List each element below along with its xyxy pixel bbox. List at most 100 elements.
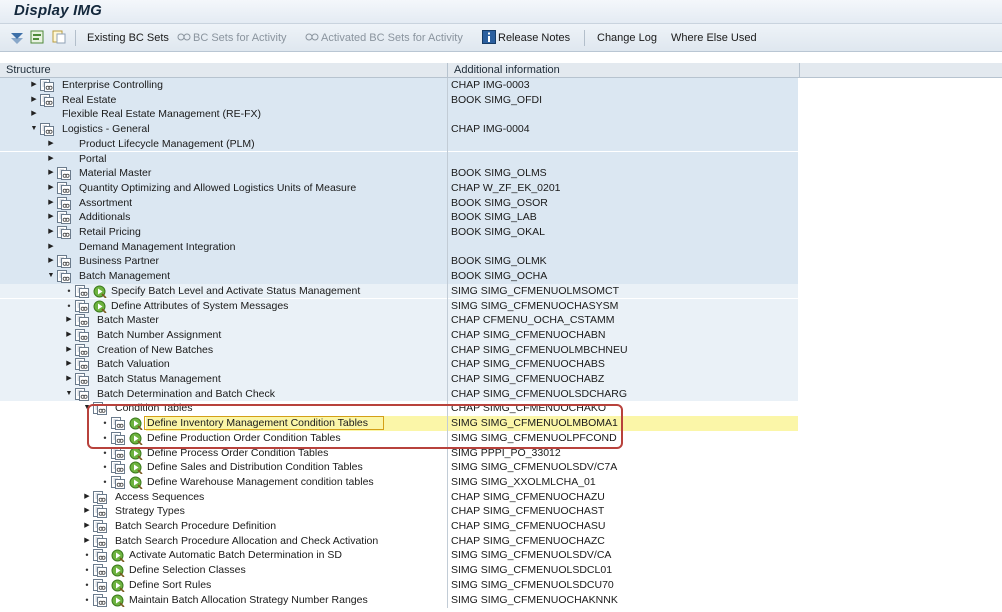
expand-node-icon[interactable]: ▶ [64,343,74,358]
collapse-node-icon[interactable]: ▼ [29,122,39,137]
expand-node-icon[interactable]: ▶ [46,240,56,255]
documentation-icon[interactable] [93,402,107,416]
documentation-icon[interactable] [57,196,71,210]
node-label[interactable]: Define Warehouse Management condition ta… [147,475,374,490]
execute-activity-icon[interactable] [111,594,125,608]
expand-node-icon[interactable]: ▶ [82,490,92,505]
execute-activity-icon[interactable] [129,461,143,475]
node-label[interactable]: Additionals [79,210,130,225]
where-else-used-button[interactable]: Where Else Used [671,30,757,46]
existing-bc-sets-button[interactable]: Existing BC Sets [87,30,169,46]
documentation-icon[interactable] [57,167,71,181]
expand-node-icon[interactable]: ▶ [82,519,92,534]
documentation-icon[interactable] [75,284,89,298]
node-label[interactable]: Specify Batch Level and Activate Status … [111,284,360,299]
tree-row[interactable]: ▶ Real Estate BOOK SIMG_OFDI [0,92,1002,108]
node-label[interactable]: Assortment [79,196,132,211]
documentation-icon[interactable] [57,255,71,269]
node-label[interactable]: Batch Search Procedure Definition [115,519,276,534]
node-label[interactable]: Define Sort Rules [129,578,211,593]
tree-row[interactable]: ▶ Material Master BOOK SIMG_OLMS [0,166,1002,182]
documentation-icon[interactable] [75,387,89,401]
expand-node-icon[interactable]: ▶ [46,225,56,240]
tree-row[interactable]: ▶ Creation of New Batches CHAP SIMG_CFMENU… [0,342,1002,358]
tree-row[interactable]: ▶ Batch Valuation CHAP SIMG_CFMENUOCHABS [0,357,1002,373]
tree-row[interactable]: ▼ Batch Determination and Batch Check CHAP… [0,386,1002,402]
documentation-icon[interactable] [75,373,89,386]
documentation-icon[interactable] [93,549,107,563]
tree-row[interactable]: ▶ Flexible Real Estate Management (RE-FX) [0,107,1002,123]
tree-row[interactable]: ▶ Enterprise Controlling CHAP IMG-0003 [0,78,1002,93]
documentation-icon[interactable] [93,564,107,578]
documentation-icon[interactable] [93,578,107,592]
collapse-node-icon[interactable]: ▼ [64,387,74,402]
node-label[interactable]: Quantity Optimizing and Allowed Logistic… [79,181,356,196]
tree-row[interactable]: ▼ Batch Management BOOK SIMG_OCHA [0,269,1002,285]
expand-node-icon[interactable]: ▶ [64,328,74,343]
node-label[interactable]: Activate Automatic Batch Determination i… [129,548,342,563]
bc-sets-for-activity-button[interactable]: BC Sets for Activity [193,30,287,46]
documentation-icon[interactable] [93,534,107,548]
documentation-icon[interactable] [75,328,89,342]
documentation-icon[interactable] [40,93,54,107]
tree-row[interactable]: • Define Process Order Condition Tables SI… [0,445,1002,461]
collapse-node-icon[interactable]: ▼ [82,401,92,416]
expand-node-icon[interactable]: ▶ [82,534,92,549]
documentation-icon[interactable] [111,475,125,489]
tree-row[interactable]: ▶ Product Lifecycle Management (PLM) [0,136,1002,152]
documentation-icon[interactable] [57,226,71,239]
execute-activity-icon[interactable] [129,476,143,490]
expand-node-icon[interactable]: ▶ [46,166,56,181]
expand-node-icon[interactable]: ▶ [46,196,56,211]
expand-node-icon[interactable]: ▶ [46,181,56,196]
documentation-icon[interactable] [75,299,89,313]
bookmark-icon[interactable] [51,29,67,45]
documentation-icon[interactable] [111,461,125,475]
tree-row[interactable]: • Define Attributes of System Messages SIM… [0,298,1002,314]
node-label[interactable]: Demand Management Integration [79,240,235,255]
expand-node-icon[interactable]: ▶ [46,254,56,269]
execute-activity-icon[interactable] [129,417,143,431]
expand-node-icon[interactable]: ▶ [46,152,56,167]
release-notes-button[interactable]: Release Notes [498,30,570,46]
tree-row[interactable]: • Maintain Batch Allocation Strategy Numb… [0,592,1002,608]
expand-node-icon[interactable]: ▶ [64,357,74,372]
tree-row[interactable]: ▶ Retail Pricing BOOK SIMG_OKAL [0,225,1002,240]
tree-row[interactable]: ▶ Strategy Types CHAP SIMG_CFMENUOCHAST [0,504,1002,520]
node-label[interactable]: Condition Tables [115,401,192,416]
execute-activity-icon[interactable] [129,432,143,446]
node-label[interactable]: Creation of New Batches [97,343,213,358]
node-label[interactable]: Flexible Real Estate Management (RE-FX) [62,107,261,122]
node-label[interactable]: Batch Management [79,269,170,284]
node-label[interactable]: Real Estate [62,93,116,108]
node-label[interactable]: Define Attributes of System Messages [111,299,288,314]
change-log-button[interactable]: Change Log [597,30,657,46]
documentation-icon[interactable] [93,505,107,519]
execute-activity-icon[interactable] [129,447,143,461]
column-header-additional-information[interactable]: Additional information [448,63,800,78]
tree-row[interactable]: ▶ Assortment BOOK SIMG_OSOR [0,195,1002,211]
node-label[interactable]: Define Selection Classes [129,563,246,578]
node-label[interactable]: Batch Status Management [97,372,221,387]
expand-node-icon[interactable]: ▶ [29,93,39,108]
documentation-icon[interactable] [40,123,54,137]
column-header-structure[interactable]: Structure [0,63,448,78]
execute-activity-icon[interactable] [93,285,107,299]
documentation-icon[interactable] [111,446,125,460]
tree-row[interactable]: ▼ Condition Tables CHAP SIMG_CFMENUOCHAKO [0,401,1002,417]
tree-row[interactable]: ▶ Demand Management Integration [0,239,1002,255]
node-label[interactable]: Batch Number Assignment [97,328,221,343]
tree-row[interactable]: ▼ Logistics - General CHAP IMG-0004 [0,122,1002,138]
expand-node-icon[interactable]: ▶ [29,78,39,93]
tree-row[interactable]: ▶ Batch Number Assignment CHAP SIMG_CFMENU… [0,327,1002,343]
execute-activity-icon[interactable] [111,564,125,578]
tree-row[interactable]: ▶ Additionals BOOK SIMG_LAB [0,210,1002,226]
documentation-icon[interactable] [57,181,71,195]
node-label[interactable]: Define Production Order Condition Tables [147,431,341,446]
node-label[interactable]: Batch Search Procedure Allocation and Ch… [115,534,378,549]
node-label[interactable]: Business Partner [79,254,159,269]
documentation-icon[interactable] [57,211,71,225]
node-label[interactable]: Access Sequences [115,490,204,505]
node-label[interactable]: Portal [79,152,106,167]
tree-row[interactable]: ▶ Access Sequences CHAP SIMG_CFMENUOCHAZU [0,489,1002,505]
